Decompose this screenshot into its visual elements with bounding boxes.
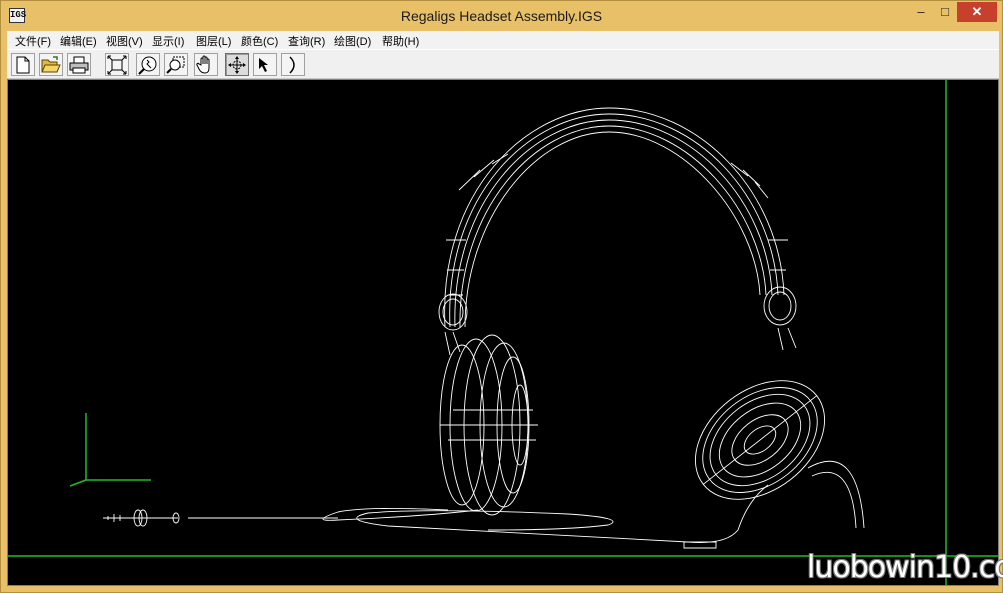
zoom-realtime-button[interactable] — [136, 53, 160, 76]
menu-help[interactable]: 帮助(H) — [382, 33, 419, 49]
model-viewport[interactable] — [7, 79, 999, 586]
rotate-view-button[interactable] — [225, 53, 249, 76]
menu-layer[interactable]: 图层(L) — [196, 33, 231, 49]
window-title: Regaligs Headset Assembly.IGS — [400, 8, 603, 24]
title-bar[interactable]: IGS Regaligs Headset Assembly.IGS – □ ✕ — [1, 1, 1002, 31]
menu-edit[interactable]: 编辑(E) — [60, 33, 97, 49]
menu-bar: 文件(F) 编辑(E) 视图(V) 显示(I) 图层(L) 颜色(C) 查询(R… — [7, 31, 999, 49]
zoom-window-button[interactable] — [164, 53, 188, 76]
menu-color[interactable]: 颜色(C) — [241, 33, 278, 49]
menu-query[interactable]: 查询(R) — [288, 33, 325, 49]
new-file-button[interactable] — [11, 53, 35, 76]
app-window: IGS Regaligs Headset Assembly.IGS – □ ✕ … — [0, 0, 1003, 593]
arc-icon — [284, 55, 302, 75]
print-icon — [69, 56, 89, 74]
open-file-button[interactable] — [39, 53, 63, 76]
zoom-extents-icon — [107, 55, 127, 75]
zoom-extents-button[interactable] — [105, 53, 129, 76]
select-arrow-icon — [256, 56, 274, 74]
menu-file[interactable]: 文件(F) — [15, 33, 51, 49]
maximize-button[interactable]: □ — [933, 2, 957, 22]
print-button[interactable] — [67, 53, 91, 76]
rotate-view-icon — [227, 55, 247, 75]
pan-hand-icon — [196, 55, 216, 75]
close-button[interactable]: ✕ — [957, 2, 997, 22]
arc-button[interactable] — [281, 53, 305, 76]
menu-view[interactable]: 视图(V) — [106, 33, 143, 49]
toolbar — [7, 49, 999, 79]
minimize-button[interactable]: – — [909, 2, 933, 22]
axis-triad — [69, 413, 151, 487]
menu-display[interactable]: 显示(I) — [152, 33, 184, 49]
open-folder-icon — [41, 55, 61, 74]
menu-draw[interactable]: 绘图(D) — [334, 33, 371, 49]
zoom-realtime-icon — [138, 55, 158, 75]
pan-button[interactable] — [194, 53, 218, 76]
new-file-icon — [15, 56, 31, 74]
zoom-window-icon — [166, 55, 186, 75]
select-button[interactable] — [253, 53, 277, 76]
headset-wireframe — [103, 107, 865, 549]
wireframe-canvas — [8, 80, 998, 585]
site-watermark: luobowin10.com — [807, 550, 1003, 585]
